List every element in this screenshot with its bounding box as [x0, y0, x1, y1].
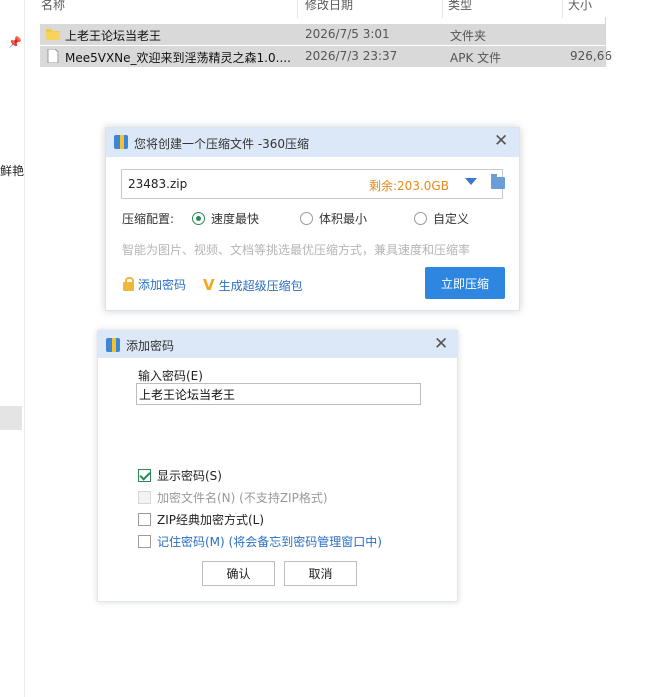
- zip-app-icon: [106, 338, 120, 352]
- chevron-down-icon[interactable]: [465, 178, 477, 185]
- radio-custom[interactable]: 自定义: [414, 210, 469, 227]
- column-name[interactable]: 名称: [41, 0, 65, 13]
- radio-indicator[interactable]: [192, 212, 205, 225]
- column-separator[interactable]: [297, 0, 298, 18]
- dialog-titlebar[interactable]: 您将创建一个压缩文件 -360压缩 ✕: [106, 128, 519, 157]
- pane-divider: [24, 0, 25, 697]
- config-hint: 智能为图片、视频、文档等挑选最优压缩方式，兼具速度和压缩率: [122, 243, 471, 257]
- column-separator[interactable]: [442, 0, 443, 18]
- close-icon[interactable]: ✕: [434, 336, 448, 353]
- super-pack-label: 生成超级压缩包: [218, 278, 303, 293]
- checkbox-indicator[interactable]: [138, 513, 151, 526]
- password-input[interactable]: [136, 383, 421, 405]
- file-date: 2026/7/3 23:37: [305, 49, 398, 63]
- radio-label: 自定义: [433, 212, 470, 226]
- radio-label: 速度最快: [211, 212, 260, 226]
- dialog-titlebar[interactable]: 添加密码 ✕: [98, 331, 457, 358]
- dialog-title: 您将创建一个压缩文件 -360压缩: [134, 137, 310, 151]
- browse-folder-icon[interactable]: [491, 174, 505, 189]
- password-dialog: 添加密码 ✕ 输入密码(E) 显示密码(S) 加密文件名(N) (不支持ZIP格…: [97, 330, 458, 602]
- show-password-checkbox[interactable]: 显示密码(S): [138, 467, 222, 484]
- checkbox-label: 记住密码(M) (将会备忘到密码管理窗口中): [157, 535, 382, 549]
- file-type: 文件夹: [450, 29, 487, 43]
- nav-item-selected[interactable]: [0, 406, 22, 430]
- super-pack-link[interactable]: V 生成超级压缩包: [203, 276, 303, 294]
- close-icon[interactable]: ✕: [494, 133, 508, 150]
- archive-path-field[interactable]: 23483.zip 剩余:203.0GB: [121, 169, 505, 199]
- remember-password-checkbox[interactable]: 记住密码(M) (将会备忘到密码管理窗口中): [138, 533, 382, 550]
- folder-icon: [46, 29, 60, 40]
- file-name: Mee5VXNe_欢迎来到淫荡精灵之森1.0....: [65, 51, 291, 65]
- radio-indicator[interactable]: [414, 212, 427, 225]
- checkbox-label: 加密文件名(N) (不支持ZIP格式): [157, 491, 328, 505]
- file-row[interactable]: 上老王论坛当老王 2026/7/5 3:01 文件夹: [40, 24, 605, 45]
- encrypt-filenames-checkbox: 加密文件名(N) (不支持ZIP格式): [138, 489, 328, 506]
- pin-icon[interactable]: 📌: [8, 36, 22, 49]
- checkbox-indicator: [138, 491, 151, 504]
- radio-indicator[interactable]: [300, 212, 313, 225]
- scrollbar-edge: [605, 17, 606, 67]
- checkbox-indicator[interactable]: [138, 535, 151, 548]
- config-label: 压缩配置:: [122, 212, 175, 226]
- confirm-button[interactable]: 确认: [202, 561, 275, 586]
- password-label: 输入密码(E): [138, 369, 203, 383]
- column-separator[interactable]: [562, 0, 563, 18]
- free-space-label: 剩余:203.0GB: [369, 179, 449, 193]
- nav-item-partial[interactable]: 鲜艳: [0, 162, 24, 179]
- archive-filename[interactable]: 23483.zip: [128, 177, 187, 191]
- column-type[interactable]: 类型: [448, 0, 472, 13]
- file-row[interactable]: Mee5VXNe_欢迎来到淫荡精灵之森1.0.... 2026/7/3 23:3…: [40, 46, 612, 67]
- file-icon: [47, 49, 59, 63]
- checkbox-indicator[interactable]: [138, 469, 151, 482]
- add-password-link[interactable]: 添加密码: [123, 276, 186, 293]
- radio-fastest[interactable]: 速度最快: [192, 210, 259, 227]
- file-date: 2026/7/5 3:01: [305, 27, 390, 41]
- compress-dialog: 您将创建一个压缩文件 -360压缩 ✕ 23483.zip 剩余:203.0GB…: [105, 127, 520, 311]
- lock-icon: [123, 276, 134, 291]
- column-header: 名称 修改日期 类型 大小: [24, 0, 647, 18]
- checkbox-label: ZIP经典加密方式(L): [157, 513, 265, 527]
- column-date[interactable]: 修改日期: [305, 0, 353, 13]
- zip-classic-checkbox[interactable]: ZIP经典加密方式(L): [138, 511, 264, 528]
- vip-v-icon: V: [203, 276, 215, 294]
- column-size[interactable]: 大小: [568, 0, 592, 13]
- file-name: 上老王论坛当老王: [65, 29, 162, 43]
- file-type: APK 文件: [450, 51, 502, 65]
- navigation-pane: 📌 鲜艳: [0, 0, 24, 697]
- cancel-button[interactable]: 取消: [284, 561, 357, 586]
- radio-smallest[interactable]: 体积最小: [300, 210, 367, 227]
- add-password-label: 添加密码: [138, 278, 187, 292]
- compress-now-button[interactable]: 立即压缩: [425, 267, 505, 299]
- radio-label: 体积最小: [319, 212, 368, 226]
- checkbox-label: 显示密码(S): [157, 469, 222, 483]
- zip-app-icon: [114, 135, 128, 149]
- dialog-title: 添加密码: [126, 339, 175, 353]
